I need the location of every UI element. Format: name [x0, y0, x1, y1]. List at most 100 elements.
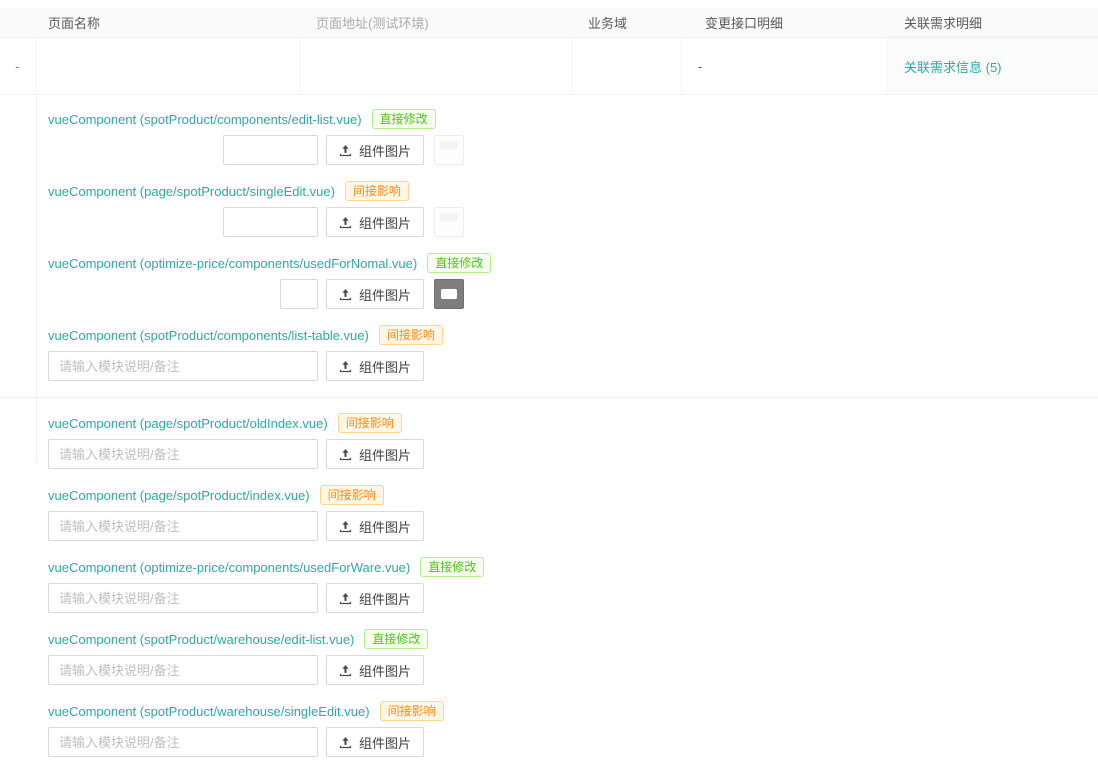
component-name: vueComponent (spotProduct/components/edi… — [48, 111, 362, 127]
module-note-input-slot — [48, 207, 318, 237]
module-note-input[interactable] — [48, 439, 318, 469]
upload-icon — [339, 448, 352, 461]
module-note-input-slot — [48, 351, 318, 381]
cell-page-name — [36, 38, 300, 94]
component-entry: vueComponent (page/spotProduct/singleEdi… — [48, 181, 1098, 237]
cell-business-domain — [572, 38, 682, 94]
change-type-badge: 间接影响 — [378, 325, 443, 345]
uploaded-thumbnail[interactable] — [434, 279, 465, 309]
module-note-input[interactable] — [48, 583, 318, 613]
module-note-input[interactable] — [223, 135, 318, 165]
component-list: vueComponent (spotProduct/components/edi… — [0, 109, 1098, 767]
upload-button-label: 组件图片 — [359, 287, 412, 303]
upload-component-image-button[interactable]: 组件图片 — [326, 511, 425, 541]
change-type-badge: 直接修改 — [364, 629, 429, 649]
module-note-input[interactable] — [280, 279, 318, 309]
entry-input-row: 组件图片 — [48, 439, 1098, 469]
upload-icon — [339, 736, 352, 749]
change-detail-page: 页面名称 页面地址(测试环境) 业务域 变更接口明细 关联需求明细 - - 关联… — [0, 8, 1098, 767]
module-note-input[interactable] — [48, 727, 318, 757]
upload-button-label: 组件图片 — [359, 215, 412, 231]
upload-button-label: 组件图片 — [359, 143, 412, 159]
upload-icon — [339, 216, 352, 229]
module-note-input-slot — [48, 727, 318, 757]
module-note-input-slot — [48, 583, 318, 613]
upload-component-image-button[interactable]: 组件图片 — [326, 583, 425, 613]
module-note-input[interactable] — [223, 207, 318, 237]
component-entry: vueComponent (spotProduct/warehouse/edit… — [48, 629, 1098, 685]
module-note-input-slot — [48, 655, 318, 685]
column-header-requirement-detail: 关联需求明细 — [904, 16, 983, 31]
upload-icon — [339, 592, 352, 605]
component-entry-header: vueComponent (page/spotProduct/singleEdi… — [48, 181, 1098, 201]
collapse-row-button[interactable]: - — [0, 38, 36, 94]
upload-component-image-button[interactable]: 组件图片 — [326, 655, 425, 685]
column-header-business-domain: 业务域 — [588, 16, 628, 31]
upload-component-image-button[interactable]: 组件图片 — [326, 135, 425, 165]
component-name: vueComponent (spotProduct/components/lis… — [48, 327, 369, 343]
upload-icon — [339, 360, 352, 373]
uploaded-thumbnail[interactable] — [434, 207, 465, 237]
upload-component-image-button[interactable]: 组件图片 — [326, 727, 425, 757]
upload-component-image-button[interactable]: 组件图片 — [326, 279, 425, 309]
entry-input-row: 组件图片 — [48, 727, 1098, 757]
change-type-badge: 间接影响 — [379, 701, 444, 721]
table-row: - - 关联需求信息 (5) — [0, 38, 1098, 95]
upload-icon — [339, 664, 352, 677]
component-entry-header: vueComponent (spotProduct/warehouse/sing… — [48, 701, 1098, 721]
component-entry: vueComponent (optimize-price/components/… — [48, 557, 1098, 613]
component-entry-header: vueComponent (optimize-price/components/… — [48, 557, 1098, 577]
component-name: vueComponent (optimize-price/components/… — [48, 559, 411, 575]
entry-input-row: 组件图片 — [48, 351, 1098, 381]
component-entry: vueComponent (page/spotProduct/index.vue… — [48, 485, 1098, 541]
expanded-detail-area: vueComponent (spotProduct/components/edi… — [0, 95, 1098, 767]
change-type-badge: 间接影响 — [319, 485, 384, 505]
entry-input-row: 组件图片 — [48, 511, 1098, 541]
component-entry: vueComponent (optimize-price/components/… — [48, 253, 1098, 309]
upload-button-label: 组件图片 — [359, 447, 412, 463]
cell-page-url — [300, 38, 572, 94]
upload-button-label: 组件图片 — [359, 359, 412, 375]
module-note-input[interactable] — [48, 655, 318, 685]
upload-component-image-button[interactable]: 组件图片 — [326, 351, 425, 381]
change-type-badge: 直接修改 — [427, 253, 492, 273]
change-type-badge: 直接修改 — [371, 109, 436, 129]
component-name: vueComponent (page/spotProduct/index.vue… — [48, 487, 310, 503]
component-entry-header: vueComponent (page/spotProduct/oldIndex.… — [48, 413, 1098, 433]
component-entry-header: vueComponent (spotProduct/components/edi… — [48, 109, 1098, 129]
module-note-input-slot — [48, 279, 318, 309]
component-entry: vueComponent (spotProduct/components/edi… — [48, 109, 1098, 165]
section-divider — [0, 397, 1098, 398]
component-entry-header: vueComponent (spotProduct/warehouse/edit… — [48, 629, 1098, 649]
component-entry: vueComponent (spotProduct/warehouse/sing… — [48, 701, 1098, 757]
component-name: vueComponent (spotProduct/warehouse/sing… — [48, 703, 370, 719]
upload-icon — [339, 288, 352, 301]
component-name: vueComponent (spotProduct/warehouse/edit… — [48, 631, 355, 647]
column-header-page-name: 页面名称 — [48, 16, 101, 31]
upload-button-label: 组件图片 — [359, 735, 412, 751]
change-type-badge: 间接影响 — [344, 181, 409, 201]
upload-component-image-button[interactable]: 组件图片 — [326, 207, 425, 237]
column-header-interface-detail: 变更接口明细 — [705, 16, 784, 31]
column-header-page-url: 页面地址(测试环境) — [316, 16, 429, 31]
component-name: vueComponent (page/spotProduct/singleEdi… — [48, 183, 335, 199]
module-note-input-slot — [48, 511, 318, 541]
module-note-input-slot — [48, 135, 318, 165]
change-type-badge: 间接影响 — [337, 413, 402, 433]
upload-component-image-button[interactable]: 组件图片 — [326, 439, 425, 469]
upload-button-label: 组件图片 — [359, 663, 412, 679]
module-note-input-slot — [48, 439, 318, 469]
table-header: 页面名称 页面地址(测试环境) 业务域 变更接口明细 关联需求明细 — [0, 8, 1098, 38]
upload-button-label: 组件图片 — [359, 519, 412, 535]
upload-icon — [339, 520, 352, 533]
change-type-badge: 直接修改 — [420, 557, 485, 577]
uploaded-thumbnail[interactable] — [434, 135, 465, 165]
component-entry: vueComponent (page/spotProduct/oldIndex.… — [48, 413, 1098, 469]
entry-input-row: 组件图片 — [48, 135, 1098, 165]
related-requirements-link[interactable]: 关联需求信息 (5) — [904, 57, 1002, 76]
module-note-input[interactable] — [48, 511, 318, 541]
cell-interface-detail: - — [682, 38, 888, 94]
entry-input-row: 组件图片 — [48, 279, 1098, 309]
module-note-input[interactable] — [48, 351, 318, 381]
component-name: vueComponent (optimize-price/components/… — [48, 255, 418, 271]
